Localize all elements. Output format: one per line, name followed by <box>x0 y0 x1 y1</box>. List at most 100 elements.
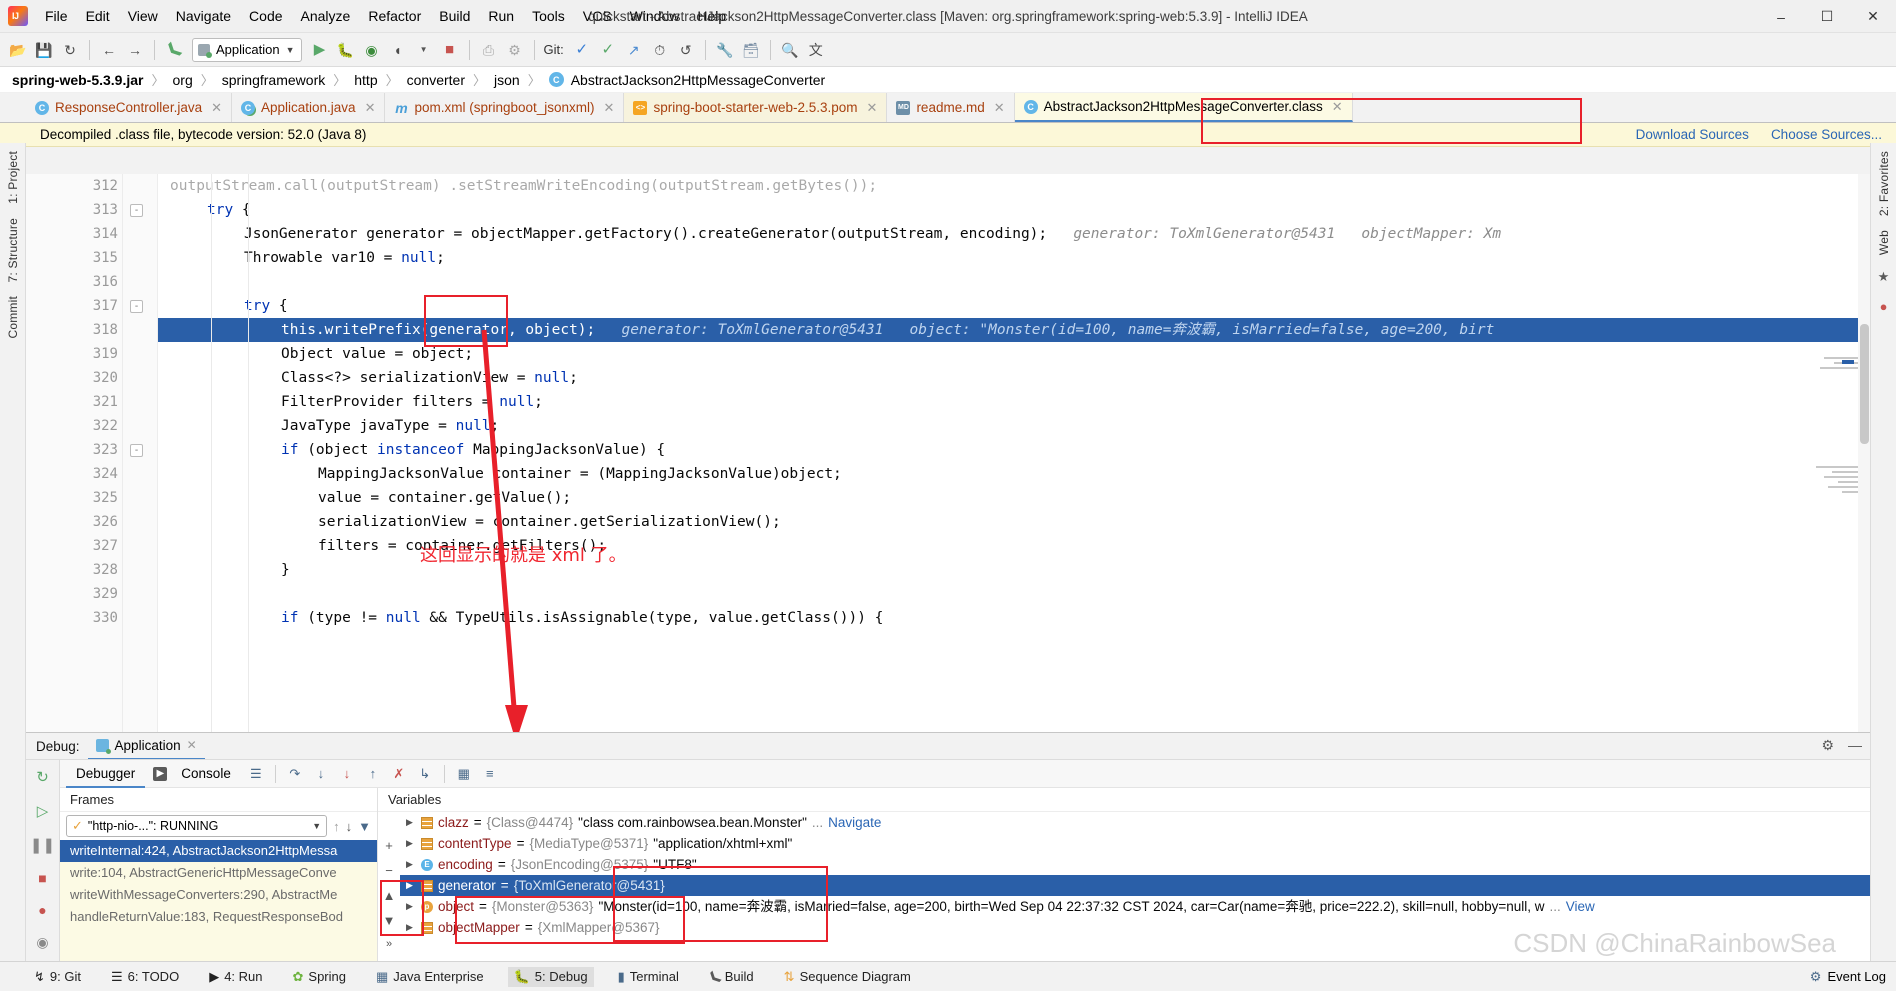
tab-application-java[interactable]: C Application.java ✕ <box>232 93 386 122</box>
code-line-330[interactable]: if (type != null && TypeUtils.isAssignab… <box>158 606 1870 630</box>
stop-icon[interactable]: ■ <box>438 38 462 62</box>
tab-debugger[interactable]: Debugger <box>66 760 146 788</box>
frame-row[interactable]: write:104, AbstractGenericHttpMessageCon… <box>60 862 377 884</box>
code-line-328[interactable]: } <box>158 558 1870 582</box>
git-push-icon[interactable]: ↗ <box>622 38 646 62</box>
menu-file[interactable]: File <box>36 4 77 28</box>
add-watch-icon[interactable]: + <box>385 838 393 853</box>
sidebar-item-project[interactable]: 1: Project <box>6 151 20 204</box>
frame-row[interactable]: handleReturnValue:183, RequestResponseBo… <box>60 906 377 928</box>
tab-spring-boot-starter-pom[interactable]: <> spring-boot-starter-web-2.5.3.pom ✕ <box>624 93 888 122</box>
debug-session-tab[interactable]: Application ✕ <box>87 733 205 760</box>
fold-toggle-icon[interactable]: - <box>130 444 143 457</box>
bookmark-star-icon[interactable]: ★ <box>1878 269 1890 285</box>
close-icon[interactable]: ✕ <box>994 100 1005 116</box>
code-line-322[interactable]: JavaType javaType = null; <box>158 414 1870 438</box>
breadcrumb-item-springframework[interactable]: springframework <box>222 72 325 88</box>
fold-toggle-icon[interactable]: - <box>130 300 143 313</box>
more-icon[interactable]: » <box>386 938 392 950</box>
status-item-java-enterprise[interactable]: ▦ Java Enterprise <box>370 967 490 987</box>
hide-icon[interactable]: — <box>1848 737 1862 754</box>
evaluate-icon[interactable]: ▦ <box>453 763 475 785</box>
menu-edit[interactable]: Edit <box>77 4 119 28</box>
drop-frame-icon[interactable]: ✗ <box>388 763 410 785</box>
editor-code-area[interactable]: outputStream.call(outputStream) .setStre… <box>158 174 1870 732</box>
status-item-git[interactable]: ↯ 9: Git <box>28 967 87 987</box>
breadcrumb-item-converter[interactable]: converter <box>407 72 465 88</box>
editor-vertical-scrollbar[interactable] <box>1858 174 1870 732</box>
code-line-325[interactable]: value = container.getValue(); <box>158 486 1870 510</box>
save-icon[interactable]: 💾 <box>32 38 56 62</box>
frames-list[interactable]: writeInternal:424, AbstractJackson2HttpM… <box>60 840 377 961</box>
status-item-run[interactable]: ▶ 4: Run <box>203 967 268 987</box>
expand-triangle-icon[interactable]: ▶ <box>406 833 416 854</box>
variable-action-link[interactable]: Navigate <box>828 812 881 833</box>
menu-navigate[interactable]: Navigate <box>167 4 240 28</box>
settings-wrench-icon[interactable]: 🔧 <box>713 38 737 62</box>
stop-icon[interactable]: ■ <box>38 870 46 886</box>
variable-row[interactable]: ▶ p object = {Monster@5363} "Monster(id=10… <box>400 896 1870 917</box>
menu-build[interactable]: Build <box>430 4 479 28</box>
menu-analyze[interactable]: Analyze <box>292 4 360 28</box>
code-line-316[interactable] <box>158 270 1870 294</box>
variable-row[interactable]: ▶ generator = {ToXmlGenerator@5431} <box>400 875 1870 896</box>
variable-action-link[interactable]: View <box>1566 896 1595 917</box>
status-item-build[interactable]: ❰ Build <box>703 967 760 987</box>
sync-icon[interactable]: ↻ <box>58 38 82 62</box>
remove-watch-icon[interactable]: − <box>385 863 393 878</box>
view-breakpoints-icon[interactable]: ● <box>38 902 46 918</box>
close-icon[interactable]: ✕ <box>365 100 376 116</box>
step-out-icon[interactable]: ↑ <box>362 763 384 785</box>
git-revert-icon[interactable]: ↺ <box>674 38 698 62</box>
maximize-button[interactable]: ☐ <box>1804 0 1850 33</box>
tab-readme-md[interactable]: MD readme.md ✕ <box>887 93 1015 122</box>
gear-icon[interactable]: ⚙ <box>1821 737 1834 754</box>
thread-selector[interactable]: ✓ "http-nio-...": RUNNING ▼ <box>66 815 328 837</box>
translate-icon[interactable]: 文 <box>804 38 828 62</box>
code-line-321[interactable]: FilterProvider filters = null; <box>158 390 1870 414</box>
run-to-cursor-icon[interactable]: ↳ <box>414 763 436 785</box>
back-arrow-icon[interactable]: ← <box>97 38 121 62</box>
sidebar-item-favorites[interactable]: 2: Favorites <box>1877 151 1891 216</box>
code-line-320[interactable]: Class<?> serializationView = null; <box>158 366 1870 390</box>
build-hammer-icon[interactable]: ❰ <box>157 33 191 67</box>
code-line-318[interactable]: this.writePrefix(generator, object); gen… <box>158 318 1870 342</box>
step-over-icon[interactable]: ↷ <box>284 763 306 785</box>
status-item-todo[interactable]: ☰ 6: TODO <box>105 967 185 987</box>
code-line-313[interactable]: try { <box>158 198 1870 222</box>
breadcrumb-item-class[interactable]: AbstractJackson2HttpMessageConverter <box>571 72 825 88</box>
download-sources-link[interactable]: Download Sources <box>1636 127 1749 142</box>
variable-row[interactable]: ▶ clazz = {Class@4474} "class com.rainbow… <box>400 812 1870 833</box>
status-item-spring[interactable]: ✿ Spring <box>287 967 352 987</box>
sidebar-item-structure[interactable]: 7: Structure <box>6 218 20 282</box>
tab-abstract-jackson2-class[interactable]: C AbstractJackson2HttpMessageConverter.c… <box>1014 93 1353 122</box>
forward-arrow-icon[interactable]: → <box>123 38 147 62</box>
close-icon[interactable]: ✕ <box>1332 99 1343 115</box>
filter-icon[interactable]: ▼ <box>358 819 371 834</box>
mute-breakpoints-icon[interactable]: ◉ <box>36 934 48 951</box>
mute-breakpoints-icon[interactable]: ≡ <box>479 763 501 785</box>
menu-refactor[interactable]: Refactor <box>359 4 430 28</box>
sidebar-item-web[interactable]: Web <box>1877 230 1891 255</box>
git-history-icon[interactable]: ⏱ <box>648 38 672 62</box>
run-coverage-icon[interactable]: ◉ <box>360 38 384 62</box>
code-line-314[interactable]: JsonGenerator generator = objectMapper.g… <box>158 222 1870 246</box>
code-line-327[interactable]: filters = container.getFilters(); <box>158 534 1870 558</box>
code-line-329[interactable] <box>158 582 1870 606</box>
choose-sources-link[interactable]: Choose Sources... <box>1771 127 1882 142</box>
variable-row[interactable]: ▶ Eencoding = {JsonEncoding@5375} "UTF8" <box>400 854 1870 875</box>
minimize-button[interactable]: – <box>1758 0 1804 33</box>
close-icon[interactable]: ✕ <box>867 100 878 116</box>
menu-run[interactable]: Run <box>479 4 523 28</box>
close-icon[interactable]: ✕ <box>211 100 222 116</box>
variable-row[interactable]: ▶ contentType = {MediaType@5371} "applica… <box>400 833 1870 854</box>
git-update-icon[interactable]: ✓ <box>570 38 594 62</box>
tab-pom-xml[interactable]: m pom.xml (springboot_jsonxml) ✕ <box>385 93 625 122</box>
move-down-icon[interactable]: ↓ <box>346 819 353 834</box>
step-into-icon[interactable]: ↓ <box>310 763 332 785</box>
status-item-debug[interactable]: 🐛 5: Debug <box>507 966 594 987</box>
code-editor[interactable]: outputStream.call(outputStream) .setStre… <box>26 174 1870 732</box>
project-structure-icon[interactable]: 🗃 <box>739 38 763 62</box>
profiler-icon[interactable]: ◖ <box>386 38 410 62</box>
expand-triangle-icon[interactable]: ▶ <box>406 896 416 917</box>
